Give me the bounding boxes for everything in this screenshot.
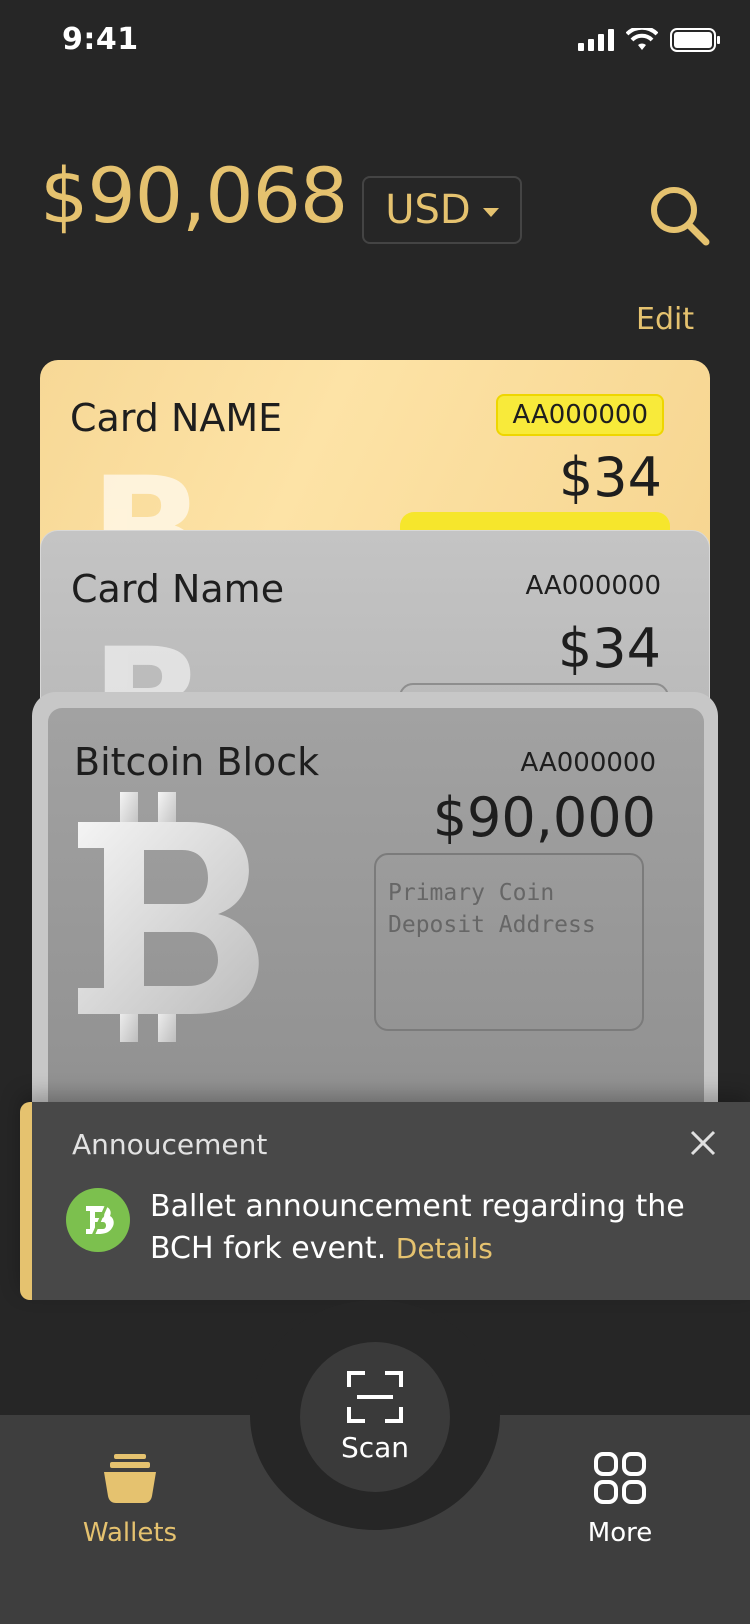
tab-wallets-label: Wallets <box>82 1518 178 1548</box>
deposit-address-box: Primary Coin Deposit Address <box>374 853 644 1031</box>
details-link[interactable]: Details <box>396 1232 493 1265</box>
scan-label: Scan <box>340 1430 410 1464</box>
battery-icon <box>670 28 720 52</box>
announcement-banner: Annoucement Ballet announcement regardin… <box>20 1102 750 1300</box>
bitcoin-cash-logo-icon <box>66 1188 130 1252</box>
status-icons <box>578 28 720 52</box>
card-name: Card NAME <box>70 396 283 440</box>
tab-more[interactable]: More <box>570 1452 670 1548</box>
deposit-placeholder-line2: Deposit Address <box>388 912 596 938</box>
close-icon[interactable] <box>688 1128 718 1158</box>
tab-wallets[interactable]: Wallets <box>80 1452 180 1548</box>
card-amount: $90,000 <box>432 786 656 849</box>
scan-icon <box>347 1370 403 1423</box>
card-name: Bitcoin Block <box>74 740 320 784</box>
status-time: 9:41 <box>62 22 139 57</box>
total-balance: $90,068 <box>40 151 348 240</box>
currency-selector[interactable]: USD <box>362 176 522 244</box>
cellular-signal-icon <box>578 29 614 51</box>
scan-button[interactable]: Scan <box>300 1342 450 1492</box>
tab-more-label: More <box>587 1518 653 1548</box>
deposit-placeholder-line1: Primary Coin <box>388 880 555 906</box>
grid-icon <box>594 1452 646 1504</box>
card-name: Card Name <box>71 567 285 611</box>
card-id: AA000000 <box>496 394 664 436</box>
card-amount: $34 <box>558 446 662 509</box>
wallets-icon <box>104 1454 156 1503</box>
announcement-message: Ballet announcement regarding the BCH fo… <box>150 1186 710 1270</box>
edit-button[interactable]: Edit <box>636 302 694 337</box>
search-icon[interactable] <box>646 182 712 248</box>
card-amount: $34 <box>557 617 661 680</box>
card-id: AA000000 <box>520 748 656 778</box>
wallet-card-bitcoin-block[interactable]: Bitcoin Block AA000000 $90,000 Primary C… <box>48 708 704 1148</box>
announcement-title: Annoucement <box>72 1128 268 1161</box>
card-id: AA000000 <box>525 571 661 601</box>
wifi-icon <box>626 28 658 50</box>
bitcoin-icon <box>78 792 259 1042</box>
chevron-down-icon <box>482 207 499 217</box>
currency-label: USD <box>385 187 471 233</box>
